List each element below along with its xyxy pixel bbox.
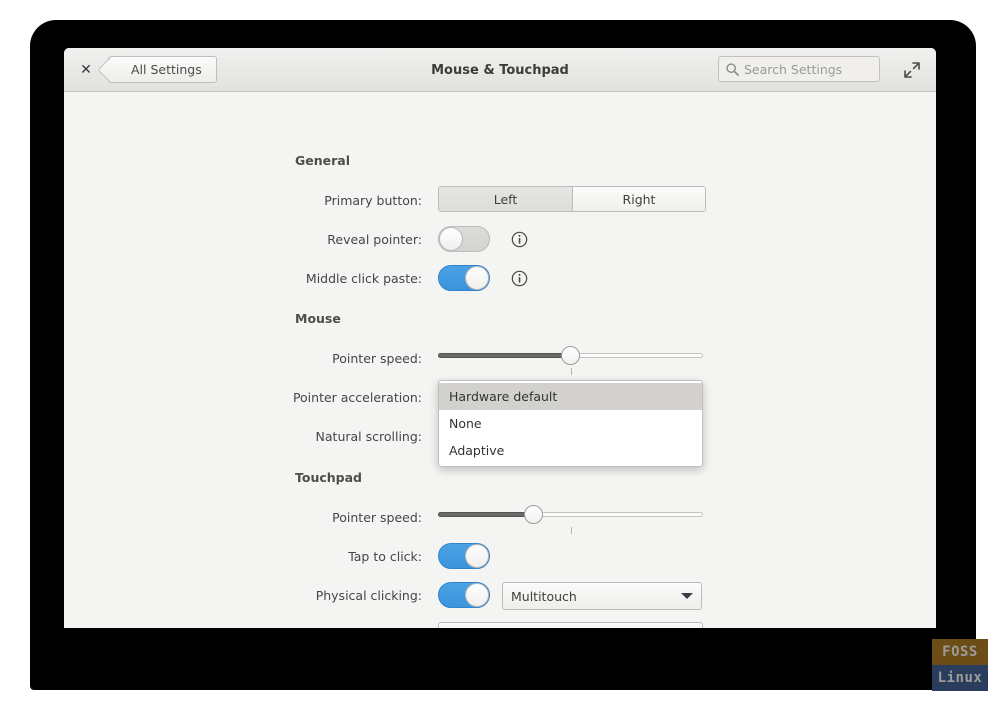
watermark: FOSS Linux: [932, 639, 988, 691]
primary-button-option-left[interactable]: Left: [439, 187, 572, 211]
section-heading-general: General: [295, 153, 350, 168]
search-placeholder: Search Settings: [744, 61, 843, 77]
scrolling-combo[interactable]: Two-finger: [438, 622, 703, 628]
physical-clicking-toggle[interactable]: [438, 582, 490, 608]
slider-tick: [570, 527, 572, 534]
section-heading-touchpad: Touchpad: [295, 470, 362, 485]
slider-fill: [438, 353, 571, 358]
settings-window: ✕ All Settings Mouse & Touchpad Search S…: [64, 48, 936, 628]
slider-fill: [438, 512, 534, 517]
primary-button-option-right[interactable]: Right: [572, 187, 705, 211]
middle-click-paste-toggle[interactable]: [438, 265, 490, 291]
dropdown-option-none[interactable]: None: [439, 410, 702, 437]
reveal-pointer-info-icon[interactable]: [511, 231, 528, 248]
natural-scrolling-label: Natural scrolling:: [315, 429, 422, 444]
slider-handle[interactable]: [561, 346, 580, 365]
toggle-knob: [439, 227, 463, 251]
middle-click-paste-info-icon[interactable]: [511, 270, 528, 287]
tap-to-click-toggle[interactable]: [438, 543, 490, 569]
toggle-knob: [465, 544, 489, 568]
pointer-acceleration-label: Pointer acceleration:: [292, 390, 422, 405]
section-heading-mouse: Mouse: [295, 311, 341, 326]
settings-content: General Primary button: Left Right Revea…: [64, 92, 936, 628]
mouse-pointer-speed-slider[interactable]: [438, 345, 703, 375]
reveal-pointer-toggle[interactable]: [438, 226, 490, 252]
touchpad-pointer-speed-slider[interactable]: [438, 504, 703, 534]
toggle-knob: [465, 583, 489, 607]
physical-clicking-label: Physical clicking:: [315, 588, 422, 603]
reveal-pointer-label: Reveal pointer:: [327, 232, 422, 247]
dropdown-option-hardware-default[interactable]: Hardware default: [439, 383, 702, 410]
window-titlebar: ✕ All Settings Mouse & Touchpad Search S…: [64, 48, 936, 92]
slider-tick: [570, 368, 572, 375]
maximize-icon[interactable]: [902, 60, 922, 80]
primary-button-segmented: Left Right: [438, 186, 706, 212]
all-settings-label: All Settings: [131, 62, 202, 77]
primary-button-label: Primary button:: [324, 193, 422, 208]
tap-to-click-label: Tap to click:: [348, 549, 422, 564]
page-root: ✕ All Settings Mouse & Touchpad Search S…: [0, 0, 1000, 701]
pointer-acceleration-dropdown-popup: Hardware default None Adaptive: [438, 380, 703, 467]
close-icon[interactable]: ✕: [74, 58, 98, 82]
watermark-line-2: Linux: [932, 665, 988, 691]
touchpad-pointer-speed-label: Pointer speed:: [332, 510, 422, 525]
physical-clicking-value: Multitouch: [511, 588, 577, 604]
watermark-line-1: FOSS: [932, 639, 988, 665]
search-icon: [726, 62, 739, 76]
physical-clicking-combo[interactable]: Multitouch: [502, 582, 702, 610]
chevron-down-icon: [681, 593, 693, 599]
dropdown-option-adaptive[interactable]: Adaptive: [439, 437, 702, 464]
slider-handle[interactable]: [523, 505, 543, 524]
middle-click-paste-label: Middle click paste:: [305, 271, 422, 286]
all-settings-back-button[interactable]: All Settings: [108, 56, 217, 83]
toggle-knob: [465, 266, 489, 290]
mouse-pointer-speed-label: Pointer speed:: [332, 351, 422, 366]
search-input[interactable]: Search Settings: [718, 56, 880, 82]
